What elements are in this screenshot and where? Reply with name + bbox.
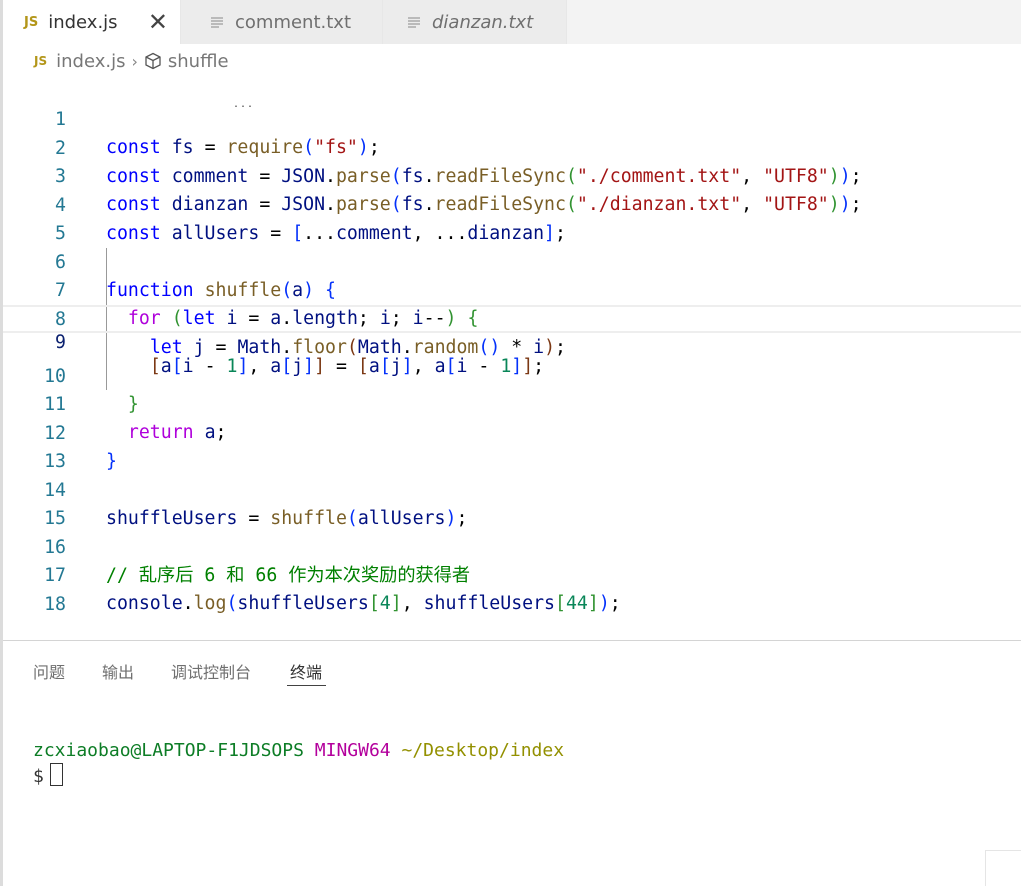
line-number: 18 xyxy=(44,593,66,615)
text-file-icon xyxy=(408,17,420,28)
chevron-right-icon: › xyxy=(131,51,138,71)
tab-comment-txt[interactable]: comment.txt xyxy=(181,0,383,44)
symbol-method-icon xyxy=(145,52,161,70)
tab-dianzan-txt[interactable]: dianzan.txt xyxy=(383,0,567,44)
code-line[interactable]: 10 } xyxy=(3,335,1021,415)
code-text: console.log(shuffleUsers[4], shuffleUser… xyxy=(106,593,621,614)
text-file-icon xyxy=(211,17,223,28)
corner-divider xyxy=(985,850,1021,851)
code-line[interactable]: 3 const dianzan = JSON.parse(fs.readFile… xyxy=(3,135,1021,215)
code-line[interactable]: 1 const fs = require("fs"); ... xyxy=(3,78,1021,159)
breadcrumb-symbol[interactable]: shuffle xyxy=(168,51,229,72)
code-line[interactable]: 15 xyxy=(3,477,1021,529)
code-line[interactable]: 14 shuffleUsers = shuffle(allUsers); xyxy=(3,449,1021,529)
terminal-cursor xyxy=(49,763,63,786)
tab-debug-console[interactable]: 调试控制台 xyxy=(171,659,251,683)
editor-tab-bar: JS index.js ✕ comment.txt dianzan.txt xyxy=(3,0,1021,44)
code-line-current[interactable]: 9 [a[i - 1], a[j]] = [a[j], a[i - 1]]; xyxy=(3,305,1021,377)
terminal-user-host: zcxiaobao@LAPTOP-F1JDSOPS xyxy=(33,740,304,761)
code-line[interactable]: 4 const allUsers = [...comment, ...dianz… xyxy=(3,164,1021,244)
breadcrumb-file[interactable]: index.js xyxy=(56,51,125,72)
tab-label: dianzan.txt xyxy=(432,11,534,33)
tab-output[interactable]: 输出 xyxy=(102,659,134,683)
code-line[interactable]: 12 } xyxy=(3,392,1021,472)
close-icon[interactable]: ✕ xyxy=(148,8,168,36)
terminal[interactable]: zcxiaobao@LAPTOP-F1JDSOPS MINGW64 ~/Desk… xyxy=(33,739,564,789)
terminal-shell: MINGW64 xyxy=(314,740,391,761)
active-tab-indicator xyxy=(287,685,326,686)
code-line[interactable]: 13 xyxy=(3,420,1021,472)
code-editor[interactable]: 1 const fs = require("fs"); ... 2 const … xyxy=(3,78,1021,638)
tab-label: index.js xyxy=(48,11,118,33)
code-line[interactable]: 11 return a; xyxy=(3,363,1021,443)
terminal-input-line[interactable]: $ xyxy=(33,763,564,789)
javascript-file-icon: JS xyxy=(34,54,48,68)
code-line[interactable]: 8 let j = Math.floor(Math.random() * i); xyxy=(3,278,1021,358)
code-line[interactable]: 2 const comment = JSON.parse(fs.readFile… xyxy=(3,107,1021,187)
code-line[interactable]: 16 // 乱序后 6 和 66 作为本次奖励的获得者 xyxy=(3,506,1021,586)
code-line[interactable]: 17 console.log(shuffleUsers[4], shuffleU… xyxy=(3,534,1021,614)
tab-index-js[interactable]: JS index.js ✕ xyxy=(3,0,181,44)
code-line[interactable]: 6 function shuffle(a) { xyxy=(3,221,1021,301)
javascript-file-icon: JS xyxy=(24,14,39,30)
terminal-prompt-line: zcxiaobao@LAPTOP-F1JDSOPS MINGW64 ~/Desk… xyxy=(33,739,564,763)
code-line[interactable]: 18 xyxy=(3,563,1021,615)
panel-tabs: 问题 输出 调试控制台 终端 xyxy=(3,641,1021,691)
code-line[interactable]: 7 for (let i = a.length; i; i--) { xyxy=(3,249,1021,329)
tab-terminal[interactable]: 终端 xyxy=(290,659,322,683)
terminal-path: ~/Desktop/index xyxy=(401,740,565,761)
code-line[interactable]: 5 xyxy=(3,192,1021,244)
breadcrumb: JS index.js › shuffle xyxy=(3,44,1021,78)
corner-divider xyxy=(985,850,986,886)
tab-problems[interactable]: 问题 xyxy=(33,659,65,683)
terminal-prompt-symbol: $ xyxy=(33,766,44,787)
tab-label: comment.txt xyxy=(235,11,352,33)
